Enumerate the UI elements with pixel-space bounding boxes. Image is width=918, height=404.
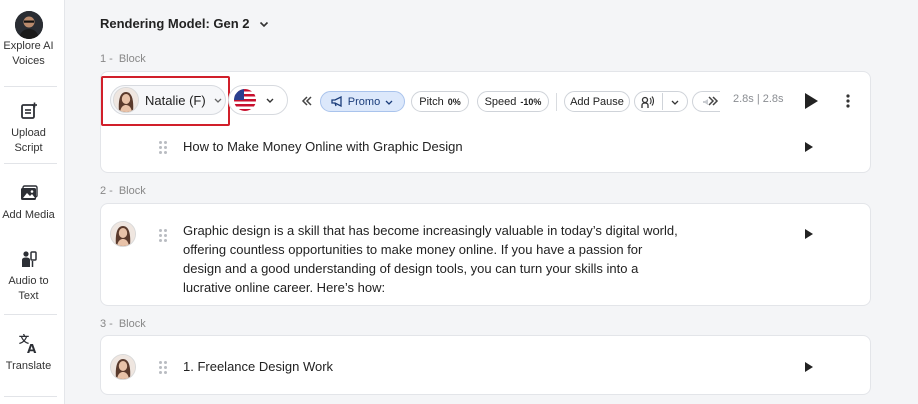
pitch-label: Pitch (419, 95, 444, 108)
pitch-value: 0% (447, 96, 461, 107)
block-label: 1 - Block (100, 53, 146, 65)
language-selector[interactable] (228, 85, 288, 115)
megaphone-icon (331, 96, 342, 107)
chevron-down-icon (258, 18, 270, 30)
voice-emphasis-icon (641, 95, 654, 108)
timing-readout: 2.8s | 2.8s (733, 93, 784, 105)
block-label-text: Block (118, 53, 146, 65)
style-promo-chip[interactable]: Promo (320, 91, 405, 112)
block-card: Graphic design is a skill that has becom… (100, 203, 871, 306)
sidebar-item-label: Add Media (2, 209, 55, 221)
kebab-menu-icon (846, 94, 850, 108)
sidebar-divider (4, 396, 57, 397)
svg-text:A: A (27, 342, 37, 355)
audio-to-text-icon (18, 248, 40, 270)
add-pause-label: Add Pause (570, 95, 624, 108)
media-icon (18, 182, 40, 204)
speed-label: Speed (484, 95, 517, 108)
us-flag-icon (234, 89, 256, 111)
block-label-text: Block (118, 185, 146, 197)
sidebar-item-audio-to-text[interactable]: Audio to Text (0, 248, 57, 304)
block-card: 1. Freelance Design Work (100, 335, 871, 395)
emphasis-selector[interactable] (634, 91, 688, 112)
chevron-down-icon (385, 100, 393, 105)
block-card: Natalie (F) Promo Pitch 0% Speed -10% Ad… (100, 71, 871, 173)
play-line-button[interactable] (801, 226, 817, 242)
scroll-left-icon[interactable] (301, 91, 313, 111)
sidebar-divider (4, 163, 57, 164)
block-number: 3 - (100, 318, 113, 330)
sidebar-item-label: Translate (5, 360, 52, 372)
block-label: 2 - Block (100, 185, 146, 197)
play-icon (805, 362, 813, 372)
sidebar-item-label: Upload Script (11, 127, 46, 154)
block-text[interactable]: Graphic design is a skill that has becom… (183, 221, 683, 297)
pitch-chip[interactable]: Pitch 0% (411, 91, 469, 112)
play-icon (805, 142, 813, 152)
sidebar: Explore AI Voices Upload Script Add Medi… (0, 0, 65, 404)
sidebar-item-explore-ai-voices[interactable]: Explore AI Voices (0, 11, 57, 69)
play-line-button[interactable] (801, 359, 817, 375)
voice-selector[interactable]: Natalie (F) (110, 85, 226, 115)
block-label: 3 - Block (100, 318, 146, 330)
block-number: 2 - (100, 185, 113, 197)
speed-value: -10% (520, 96, 542, 107)
chevron-down-icon (264, 94, 276, 106)
more-menu-button[interactable] (840, 93, 856, 109)
chevron-down-icon (212, 94, 224, 106)
voice-name: Natalie (F) (145, 92, 206, 108)
drag-handle-icon[interactable] (159, 229, 167, 242)
drag-handle-icon[interactable] (159, 361, 167, 374)
rendering-model-selector[interactable]: Rendering Model: Gen 2 (100, 16, 270, 31)
sidebar-item-label: Audio to Text (8, 275, 49, 302)
block-number: 1 - (100, 53, 113, 65)
translate-icon: 文 A (18, 333, 40, 355)
user-avatar-icon (14, 11, 43, 39)
speed-chip[interactable]: Speed -10% (477, 91, 549, 112)
sidebar-item-add-media[interactable]: Add Media (0, 182, 57, 223)
upload-script-icon (18, 100, 40, 122)
style-label: Promo (347, 95, 381, 108)
voice-avatar-icon[interactable] (110, 354, 136, 380)
play-block-button[interactable] (801, 91, 821, 111)
chip-divider (662, 93, 663, 110)
sidebar-item-label: Explore AI Voices (3, 40, 54, 67)
scroll-right-icon[interactable] (707, 91, 719, 111)
play-icon (805, 93, 818, 109)
voice-avatar-icon (113, 87, 139, 113)
sidebar-item-translate[interactable]: 文 A Translate (0, 333, 57, 374)
chevron-down-icon (671, 100, 679, 105)
rendering-model-label: Rendering Model: Gen 2 (100, 16, 250, 31)
block-label-text: Block (118, 318, 146, 330)
sidebar-divider (4, 86, 57, 87)
block-text[interactable]: How to Make Money Online with Graphic De… (183, 137, 463, 156)
sidebar-divider (4, 314, 57, 315)
voice-avatar-icon[interactable] (110, 221, 136, 247)
block-text[interactable]: 1. Freelance Design Work (183, 357, 333, 376)
drag-handle-icon[interactable] (159, 141, 167, 154)
toolbar-divider (556, 93, 557, 111)
play-line-button[interactable] (801, 139, 817, 155)
play-icon (805, 229, 813, 239)
sidebar-item-upload-script[interactable]: Upload Script (0, 100, 57, 156)
add-pause-button[interactable]: Add Pause (564, 91, 630, 112)
